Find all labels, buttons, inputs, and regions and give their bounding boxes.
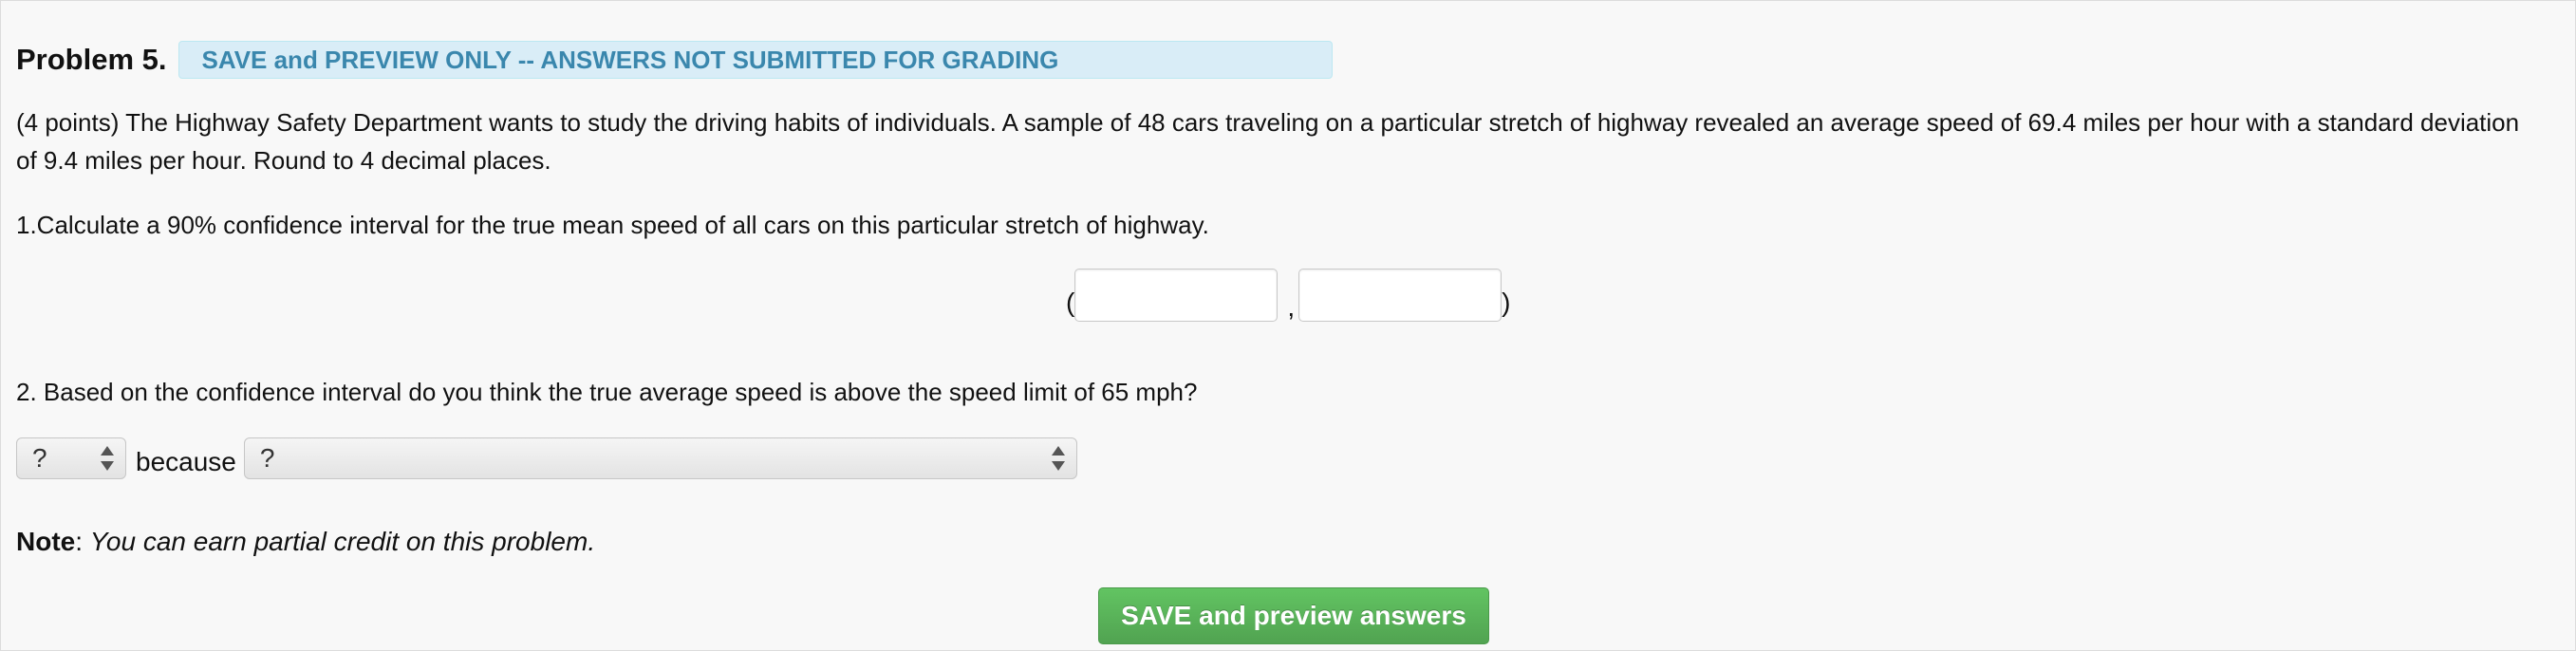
confidence-interval-inputs: ( , ) bbox=[1066, 269, 1510, 322]
question-1-text: 1.Calculate a 90% confidence interval fo… bbox=[16, 211, 1209, 239]
select-arrows-icon bbox=[1051, 446, 1065, 471]
lower-bound-input[interactable] bbox=[1074, 269, 1279, 322]
reason-select[interactable]: ? bbox=[243, 437, 1077, 479]
reason-select-value: ? bbox=[259, 443, 275, 473]
save-and-preview-button[interactable]: SAVE and preview answers bbox=[1098, 587, 1489, 644]
select-arrows-icon bbox=[101, 446, 114, 471]
upper-bound-input[interactable] bbox=[1298, 269, 1503, 322]
note-separator: : bbox=[75, 527, 84, 556]
partial-credit-note: Note: You can earn partial credit on thi… bbox=[16, 523, 595, 561]
problem-header: Problem 5. SAVE and PREVIEW ONLY -- ANSW… bbox=[16, 41, 1333, 79]
note-text: You can earn partial credit on this prob… bbox=[89, 527, 596, 556]
yes-no-select-value: ? bbox=[32, 443, 47, 473]
problem-title: Problem 5. bbox=[16, 43, 167, 76]
note-label: Note bbox=[16, 527, 76, 556]
because-label: because bbox=[136, 447, 236, 476]
problem-panel: Problem 5. SAVE and PREVIEW ONLY -- ANSW… bbox=[0, 0, 2576, 651]
preview-only-badge: SAVE and PREVIEW ONLY -- ANSWERS NOT SUB… bbox=[177, 41, 1333, 79]
open-paren: ( bbox=[1066, 288, 1075, 317]
problem-statement: (4 points) The Highway Safety Department… bbox=[16, 108, 2520, 175]
interval-separator: , bbox=[1287, 292, 1296, 322]
yes-no-select[interactable]: ? bbox=[16, 437, 126, 479]
question-2-answer-row: ? because ? bbox=[16, 437, 1077, 479]
question-2-text: 2. Based on the confidence interval do y… bbox=[16, 378, 1198, 406]
close-paren: ) bbox=[1502, 288, 1511, 317]
